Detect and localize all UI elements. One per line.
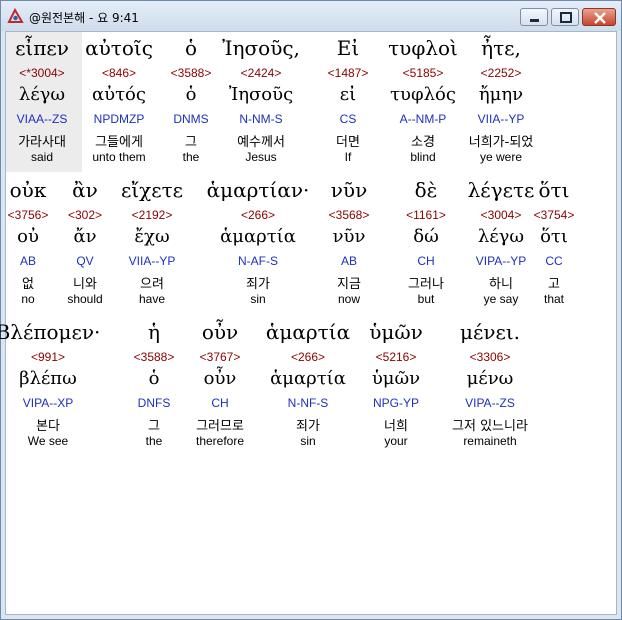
- greek-word[interactable]: ὅτι: [499, 178, 609, 204]
- greek-word[interactable]: μένει.: [435, 320, 545, 346]
- english-gloss: have: [138, 292, 166, 306]
- greek-word[interactable]: εἴχετε: [97, 178, 207, 204]
- parsing-code: VIIA--YP: [128, 254, 176, 268]
- lemma-word: βλέπω: [19, 368, 77, 389]
- app-window: @원전본해 - 요 9:41 εἶπεν <*3004> λέγω VIAA--ZS 가…: [0, 0, 622, 620]
- korean-gloss: 본다: [36, 419, 60, 434]
- lemma-word: ὅτι: [540, 226, 568, 247]
- close-icon: [594, 12, 606, 24]
- strong-number[interactable]: <3754>: [499, 208, 609, 224]
- korean-gloss: 너희가-되었: [468, 135, 534, 150]
- parsing-code: CC: [545, 254, 563, 268]
- korean-gloss: 으려: [140, 277, 164, 292]
- interlinear-view[interactable]: εἶπεν <*3004> λέγω VIAA--ZS 가라사대 said αὐτοῖς <8…: [0, 31, 617, 615]
- strong-number[interactable]: <991>: [0, 350, 103, 366]
- strong-number[interactable]: <2192>: [97, 208, 207, 224]
- english-gloss: We see: [27, 434, 69, 448]
- strong-number[interactable]: <2252>: [446, 66, 556, 82]
- korean-gloss: 그저 있느니라: [452, 419, 528, 434]
- window-title: @원전본해 - 요 9:41: [29, 11, 139, 25]
- lemma-word: μένω: [466, 368, 514, 389]
- lemma-word: ἔχω: [134, 226, 170, 247]
- english-gloss: ye were: [479, 150, 523, 164]
- minimize-icon: [530, 19, 539, 22]
- english-gloss: remaineth: [463, 434, 517, 448]
- strong-number[interactable]: <3306>: [435, 350, 545, 366]
- greek-word[interactable]: Βλέπομεν·: [0, 320, 103, 346]
- korean-gloss: 고: [548, 277, 560, 292]
- parsing-code: VIPA--XP: [22, 396, 74, 410]
- lemma-word: ἤμην: [478, 84, 524, 105]
- maximize-button[interactable]: [551, 8, 579, 26]
- parsing-code: VIPA--ZS: [465, 396, 515, 410]
- parsing-code: VIIA--YP: [477, 112, 525, 126]
- maximize-icon: [560, 12, 572, 23]
- greek-word[interactable]: ἦτε,: [446, 36, 556, 62]
- close-button[interactable]: [582, 8, 616, 26]
- app-logo-icon: [7, 8, 24, 23]
- title-bar[interactable]: @원전본해 - 요 9:41: [1, 1, 621, 31]
- minimize-button[interactable]: [520, 8, 548, 26]
- english-gloss: that: [543, 292, 564, 306]
